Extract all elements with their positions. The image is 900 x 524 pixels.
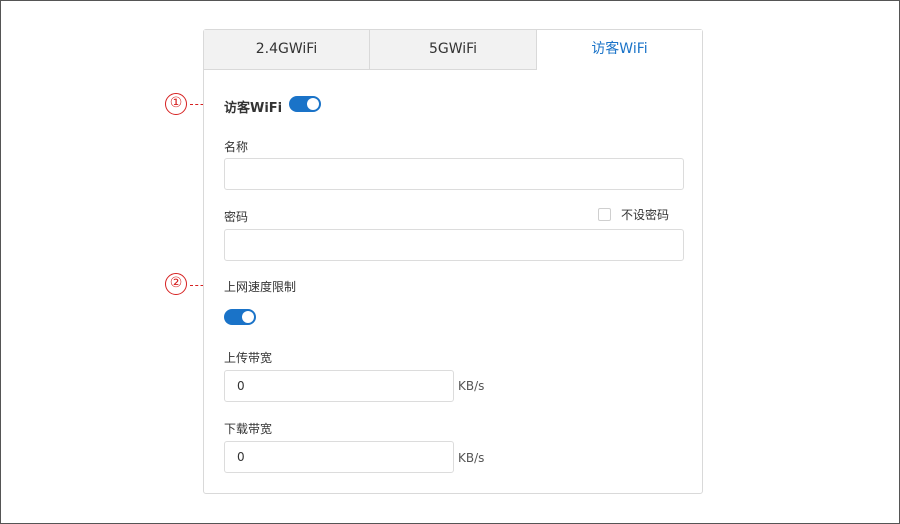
toggle-knob [242,311,254,323]
callout-2-badge: ② [165,273,187,295]
guest-wifi-toggle[interactable] [289,96,321,112]
no-password-label: 不设密码 [621,208,670,222]
no-password-checkbox[interactable] [598,208,611,221]
speed-limit-toggle[interactable] [224,309,256,325]
name-input[interactable] [224,158,684,190]
guest-wifi-label: 访客WiFi [224,101,283,116]
callout-1-badge: ① [165,93,187,115]
tab-5g-wifi[interactable]: 5GWiFi [370,30,537,70]
tab-guest-wifi[interactable]: 访客WiFi [537,30,702,70]
tab-2-4g-wifi[interactable]: 2.4GWiFi [204,30,370,70]
wifi-tabs: 2.4GWiFi 5GWiFi 访客WiFi [204,30,702,70]
toggle-knob [307,98,319,110]
download-bandwidth-input[interactable]: 0 [224,441,454,473]
upload-unit: KB/s [458,379,485,393]
password-input[interactable] [224,229,684,261]
upload-bandwidth-input[interactable]: 0 [224,370,454,402]
download-bandwidth-label: 下载带宽 [224,422,273,436]
name-label: 名称 [224,140,249,154]
password-label: 密码 [224,210,249,224]
speed-limit-label: 上网速度限制 [224,280,297,294]
wifi-settings-panel: 2.4GWiFi 5GWiFi 访客WiFi 访客WiFi 名称 密码 不设密码… [203,29,703,494]
download-unit: KB/s [458,451,485,465]
upload-bandwidth-label: 上传带宽 [224,351,273,365]
